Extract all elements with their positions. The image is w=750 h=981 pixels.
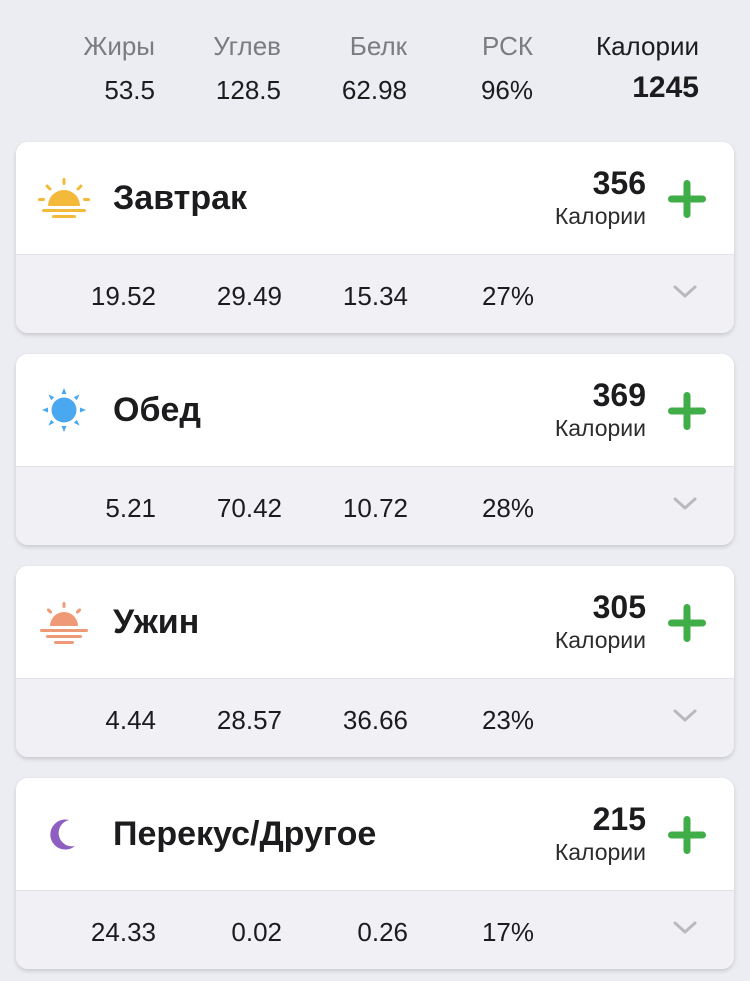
meal-calories: 305 Калории xyxy=(555,588,646,654)
macro-carbs: 0.02 xyxy=(231,917,282,947)
macro-rsk: 17% xyxy=(481,917,534,947)
meal-card-dinner[interactable]: Ужин 305 Калории 4.44 28.57 36.66 23% xyxy=(16,566,734,757)
moon-icon xyxy=(50,819,75,850)
add-food-button[interactable] xyxy=(666,178,708,220)
macro-carbs: 29.49 xyxy=(216,281,282,311)
macro-protein: 36.66 xyxy=(342,705,408,735)
meal-calories-label: Калории xyxy=(554,627,646,653)
macro-protein: 0.26 xyxy=(357,917,408,947)
summary-calories-label: Калории xyxy=(595,31,699,61)
meal-calories: 369 Калории xyxy=(555,376,646,442)
summary-fat: Жиры 53.5 xyxy=(83,30,155,106)
macro-fat: 4.44 xyxy=(105,705,156,735)
meal-macros-row[interactable]: 19.52 29.49 15.34 27% xyxy=(16,254,734,333)
macro-protein: 15.34 xyxy=(342,281,408,311)
add-food-button[interactable] xyxy=(666,390,708,432)
meal-header[interactable]: Ужин 305 Калории xyxy=(16,566,734,678)
meal-calories-label: Калории xyxy=(554,203,646,229)
summary-rsk-value: 96% xyxy=(480,75,533,105)
chevron-down-icon[interactable] xyxy=(672,919,698,937)
sunrise-icon xyxy=(38,178,90,218)
macro-fat: 5.21 xyxy=(105,493,156,523)
meal-title: Завтрак xyxy=(113,179,248,217)
summary-protein: Белк 62.98 xyxy=(342,30,407,106)
meal-calories-value: 369 xyxy=(592,377,646,413)
meal-card-lunch[interactable]: Обед 369 Калории 5.21 70.42 10.72 28% xyxy=(16,354,734,545)
macro-fat: 19.52 xyxy=(90,281,156,311)
meal-title: Обед xyxy=(113,391,201,429)
summary-protein-label: Белк xyxy=(349,31,407,61)
meal-macros-row[interactable]: 5.21 70.42 10.72 28% xyxy=(16,466,734,545)
meal-header[interactable]: Перекус/Другое 215 Калории xyxy=(16,778,734,890)
meal-macros-row[interactable]: 4.44 28.57 36.66 23% xyxy=(16,678,734,757)
macro-rsk: 27% xyxy=(481,281,534,311)
summary-rsk: РСК 96% xyxy=(481,30,533,106)
sun-icon xyxy=(42,388,86,432)
summary-calories: Калории 1245 xyxy=(596,30,699,104)
meal-macros-row[interactable]: 24.33 0.02 0.26 17% xyxy=(16,890,734,969)
summary-fat-label: Жиры xyxy=(83,31,155,61)
chevron-down-icon[interactable] xyxy=(672,283,698,301)
summary-fat-value: 53.5 xyxy=(104,75,155,105)
macro-carbs: 28.57 xyxy=(216,705,282,735)
meal-calories: 356 Калории xyxy=(555,164,646,230)
chevron-down-icon[interactable] xyxy=(672,707,698,725)
meal-card-snack[interactable]: Перекус/Другое 215 Калории 24.33 0.02 0.… xyxy=(16,778,734,969)
macro-protein: 10.72 xyxy=(342,493,408,523)
chevron-down-icon[interactable] xyxy=(672,495,698,513)
summary-carbs-label: Углев xyxy=(213,31,281,61)
meal-calories-label: Калории xyxy=(554,839,646,865)
summary-carbs-value: 128.5 xyxy=(215,75,281,105)
macro-rsk: 23% xyxy=(481,705,534,735)
meal-title: Перекус/Другое xyxy=(113,815,377,853)
add-food-button[interactable] xyxy=(666,814,708,856)
meal-calories: 215 Калории xyxy=(555,800,646,866)
meal-calories-value: 305 xyxy=(592,589,646,625)
meal-header[interactable]: Завтрак 356 Калории xyxy=(16,142,734,254)
summary-rsk-label: РСК xyxy=(482,31,533,61)
meal-header[interactable]: Обед 369 Калории xyxy=(16,354,734,466)
summary-carbs: Углев 128.5 xyxy=(213,30,281,106)
macro-rsk: 28% xyxy=(481,493,534,523)
meal-calories-value: 356 xyxy=(592,165,646,201)
meal-calories-label: Калории xyxy=(554,415,646,441)
meal-title: Ужин xyxy=(113,603,200,641)
sunset-icon xyxy=(40,602,88,644)
macro-carbs: 70.42 xyxy=(216,493,282,523)
summary-protein-value: 62.98 xyxy=(341,75,407,105)
daily-summary: Жиры 53.5 Углев 128.5 Белк 62.98 РСК 96%… xyxy=(0,0,750,142)
meal-card-breakfast[interactable]: Завтрак 356 Калории 19.52 29.49 15.34 27… xyxy=(16,142,734,333)
summary-calories-value: 1245 xyxy=(632,71,699,104)
add-food-button[interactable] xyxy=(666,602,708,644)
macro-fat: 24.33 xyxy=(90,917,156,947)
meal-calories-value: 215 xyxy=(592,801,646,837)
